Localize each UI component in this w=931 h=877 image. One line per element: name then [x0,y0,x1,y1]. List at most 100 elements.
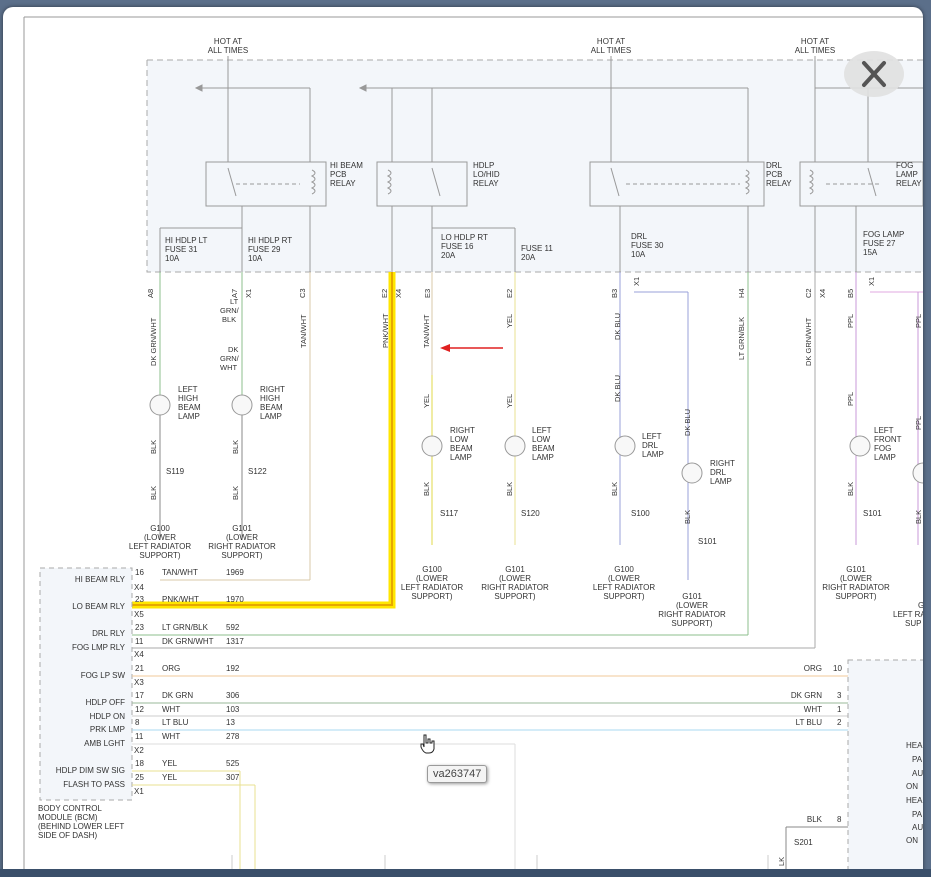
relay-label: PCB [766,170,782,179]
relay-label: RELAY [473,179,499,188]
wire-color: DK GRN/WHT [162,637,214,646]
lamp-label: LEFT [178,385,198,394]
ground-label: (LOWER [608,574,640,583]
wire-circuit: 13 [226,718,235,727]
wire-circuit: 1317 [226,637,244,646]
switch-label: AU [912,823,923,832]
wire-color: ORG [162,664,180,673]
wire-color-label: PNK/WHT [381,313,390,348]
wire-color-label: LT GRN/BLK [737,317,746,360]
wire-color: PNK/WHT [162,595,199,604]
lamp-label: LAMP [874,453,896,462]
fuse-label: LO HDLP RT [441,233,488,242]
wire-color-label: BLK [914,510,923,524]
relay-label: RELAY [330,179,356,188]
bottom-bar [0,869,931,877]
hot-label: HOT AT [801,37,829,46]
wire-color-label: DK BLU [613,375,622,402]
ground-label: SUPPORT) [139,551,181,560]
bcm-pin-label: FLASH TO PASS [63,780,125,789]
lamp-label: HIGH [178,394,198,403]
fuse-label: FUSE 16 [441,242,474,251]
wire-color-label: YEL [505,314,514,328]
pin-label: A8 [146,289,155,298]
lamp-label: LAMP [178,412,200,421]
wire-pin: 17 [135,691,144,700]
ground-label: G101 [846,565,866,574]
splice-label: S101 [698,537,717,546]
wire-color-label: TAN/WHT [422,314,431,348]
bcm-title: MODULE (BCM) [38,813,98,822]
ground-label: (LOWER [416,574,448,583]
lamp-label: FOG [874,444,891,453]
close-button[interactable] [844,51,904,97]
wire-circuit: 306 [226,691,240,700]
lamp-label: BEAM [532,444,555,453]
pin-label: E3 [423,289,432,298]
switch-label: ON [906,782,918,791]
connector-label: X4 [134,650,144,659]
lamp-icon [849,435,871,457]
ground-label: (LOWER [144,533,176,542]
pin-label: C3 [298,288,307,298]
right-wire-pin: 1 [837,705,842,714]
wire-color-label: BLK [222,315,236,324]
right-wire-pin: 3 [837,691,842,700]
ground-label: RIGHT RADIATOR [208,542,276,551]
fuse-label: 10A [248,254,263,263]
lamp-label: LAMP [710,477,732,486]
bcm-pin-label: HDLP DIM SW SIG [56,766,125,775]
wire-circuit: 307 [226,773,240,782]
wire-color-label: DK [228,345,238,354]
fuse-label: HI HDLP RT [248,236,292,245]
fuse-label: FUSE 29 [248,245,281,254]
lamp-label: DRL [642,441,659,450]
fuse-label: FOG LAMP [863,230,904,239]
wire-color-label: WHT [220,363,237,372]
lamp-label: BEAM [260,403,283,412]
right-wire-color: DK GRN [791,691,822,700]
connector-label: X1 [134,787,144,796]
lamp-label: RIGHT [260,385,285,394]
switch-label: HEA [906,741,923,750]
wire-color-label: DK BLU [683,409,692,436]
pin-label: X1 [244,289,253,298]
switch-label: PA [912,755,923,764]
wire-color-label: DK GRN/WHT [149,317,158,366]
wire-color-label: PPL [914,416,923,430]
wire-pin: 11 [135,637,144,646]
bcm-pin-label: DRL RLY [92,629,126,638]
relay-label: DRL [766,161,783,170]
wire-color-label: LT [230,297,239,306]
lamp-label: LAMP [642,450,664,459]
wire-color-label: GRN/ [220,354,240,363]
wire-color: LT BLU [162,718,189,727]
splice-label: S100 [631,509,650,518]
ground-label: SUPPORT) [494,592,536,601]
splice-label: S119 [166,467,185,476]
bcm-pin-label: AMB LGHT [84,739,125,748]
fuse-label: 20A [441,251,456,260]
connector-label: X2 [134,746,144,755]
hand-cursor-icon [420,734,435,754]
fuse-label: FUSE 27 [863,239,896,248]
bcm-title: BODY CONTROL [38,804,102,813]
wire-color-label: YEL [422,394,431,408]
lamp-icon [149,394,171,416]
bcm-title: SIDE OF DASH) [38,831,97,840]
pin-label: X4 [394,289,403,298]
ground-label: G100 [150,524,170,533]
wire-color-label: BLK [422,482,431,496]
ground-label: G101 [232,524,252,533]
ground-label: RIGHT RADIATOR [658,610,726,619]
ground-label: (LOWER [840,574,872,583]
lamp-label: LEFT [874,426,894,435]
wire-color: DK GRN [162,691,193,700]
right-wire-color: WHT [804,705,822,714]
wire-color-label: BLK [505,482,514,496]
wire-color-label: BLK [149,486,158,500]
wire-color-label: YEL [505,394,514,408]
lamp-label: LOW [532,435,551,444]
lamp-icon [614,435,636,457]
relay-label: LO/HID [473,170,500,179]
